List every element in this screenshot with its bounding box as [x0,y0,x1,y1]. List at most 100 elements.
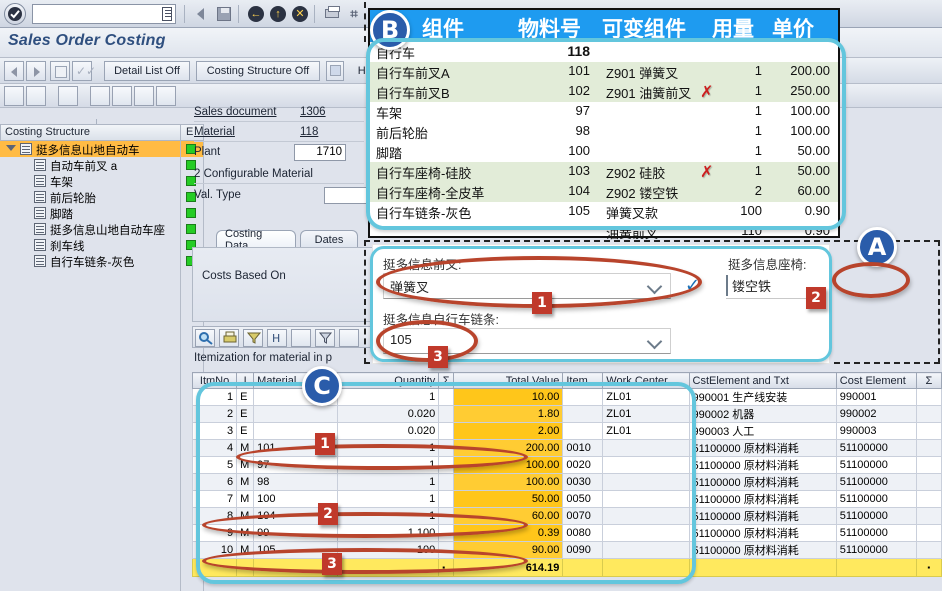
back-arrow-icon[interactable] [192,4,212,24]
cell-work-center[interactable] [602,490,690,508]
sort-filter-icon[interactable] [315,329,335,347]
list-icon[interactable] [339,329,359,347]
tree-item-1[interactable]: 自动车前叉 a [0,157,203,173]
table-row[interactable]: 5 M 97 1 100.00 0020 51100000 原材料消耗 51100000 [191,456,942,474]
ok-check-icon[interactable] [4,3,26,25]
cell-sigma1[interactable] [438,490,454,508]
cell-work-center[interactable]: ZL01 [602,388,690,406]
cell-sigma1[interactable] [438,405,454,423]
tree-item-4[interactable]: 脚踏 [0,205,203,221]
cell-cost-element[interactable]: 990001 [835,388,917,406]
cell-cost-element[interactable]: 51100000 [835,541,917,559]
find-grid-icon[interactable]: H [267,329,287,347]
cell-total-value[interactable]: 0.39 [452,524,564,542]
cell-quantity[interactable]: 1 [337,456,440,474]
tab-dates[interactable]: Dates [300,230,358,248]
cell-cstelement-txt[interactable]: 51100000 原材料消耗 [688,490,837,508]
detail-icon[interactable] [112,86,132,106]
cell-work-center[interactable] [602,456,690,474]
cell-cstelement-txt[interactable]: 51100000 原材料消耗 [688,473,837,491]
cell-sigma2[interactable] [915,456,942,474]
cell-work-center[interactable] [602,473,690,491]
cell-sigma1[interactable] [438,388,454,406]
cell-item[interactable]: 0070 [562,507,604,525]
costing-structure-tree[interactable]: 挺多信息山地自动车 自动车前叉 a 车架 前后轮胎 脚踏 挺多信息山地自动车座 刹车线 自行车… [0,141,204,591]
cell-total-value[interactable]: 2.00 [452,422,564,440]
find-icon[interactable]: ⌗ [344,4,364,24]
tree-item-7[interactable]: 自行车链条-灰色 [0,253,203,269]
cell-material[interactable] [253,405,339,423]
cell-sigma2[interactable] [915,473,942,491]
tree-item-0[interactable]: 挺多信息山地自动车 [0,141,203,157]
cell-item[interactable] [562,388,604,406]
cell-itmno[interactable]: 10 [191,541,238,559]
cell-i[interactable]: M [236,456,255,474]
cell-item[interactable]: 0010 [562,439,604,457]
col-item[interactable]: Item [562,372,604,389]
cell-sigma2[interactable] [915,490,942,508]
col-sigma1[interactable]: Σ [438,372,454,389]
cell-cstelement-txt[interactable]: 51100000 原材料消耗 [688,507,837,525]
print-tree-icon[interactable] [90,86,110,106]
cell-cost-element[interactable]: 990003 [835,422,917,440]
cell-itmno[interactable]: 8 [191,507,238,525]
cell-total-value[interactable]: 50.00 [452,490,564,508]
cell-total-value[interactable]: 100.00 [452,473,564,491]
tree-item-6[interactable]: 刹车线 [0,237,203,253]
detail-list-toggle[interactable]: Detail List Off [104,61,190,81]
cell-itmno[interactable]: 3 [191,422,238,440]
cell-sigma1[interactable] [438,439,454,457]
cell-sigma1[interactable] [438,473,454,491]
table-row[interactable]: 3 E 0.020 2.00 ZL01 990003 人工 990003 [191,422,942,440]
collapse-icon[interactable] [26,86,46,106]
cell-item[interactable]: 0050 [562,490,604,508]
cell-cstelement-txt[interactable]: 51100000 原材料消耗 [688,541,837,559]
cell-cost-element[interactable]: 51100000 [835,490,917,508]
more-icon[interactable] [156,86,176,106]
cell-itmno[interactable]: 7 [191,490,238,508]
cell-i[interactable]: E [236,422,255,440]
chevron-down-icon[interactable] [6,145,16,151]
cell-sigma2[interactable] [915,405,942,423]
col-cost-element[interactable]: Cost Element [835,372,917,389]
cell-material[interactable]: 98 [253,473,339,491]
col-sigma2[interactable]: Σ [915,372,942,389]
cell-item[interactable]: 0080 [562,524,604,542]
cell-sigma2[interactable] [915,524,942,542]
cell-sigma2[interactable] [915,507,942,525]
cell-cstelement-txt[interactable]: 990001 生产线安装 [688,388,837,406]
cell-quantity[interactable]: 0.020 [337,422,440,440]
cell-i[interactable]: E [236,388,255,406]
hold-icon[interactable] [326,61,344,81]
cell-material[interactable]: 99 [253,524,339,542]
command-field[interactable] [32,4,176,24]
cell-item[interactable] [562,405,604,423]
cell-quantity[interactable]: 100 [337,541,440,559]
cell-work-center[interactable] [602,507,690,525]
expand-icon[interactable] [4,86,24,106]
cell-i[interactable]: M [236,541,255,559]
search-icon[interactable] [195,329,215,347]
tab-costing-data[interactable]: Costing Data [216,228,296,252]
table-row[interactable]: 7 M 100 1 50.00 0050 51100000 原材料消耗 51100000 [191,490,942,508]
cell-quantity[interactable]: 1 [337,473,440,491]
cell-quantity[interactable]: 1 [337,507,440,525]
print-grid-icon[interactable] [219,329,239,347]
cell-work-center[interactable]: ZL01 [602,422,690,440]
cell-i[interactable]: M [236,473,255,491]
cell-total-value[interactable]: 90.00 [452,541,564,559]
col-i[interactable]: I [236,372,255,389]
table-row[interactable]: 8 M 104 1 60.00 0070 51100000 原材料消耗 51100000 [191,507,942,525]
cell-sigma1[interactable] [438,524,454,542]
cell-quantity[interactable]: 1 [337,439,440,457]
cell-item[interactable]: 0090 [562,541,604,559]
cell-quantity[interactable]: 0.020 [337,405,440,423]
cell-quantity[interactable]: 1 [337,490,440,508]
cell-total-value[interactable]: 200.00 [452,439,564,457]
cell-total-value[interactable]: 1.80 [452,405,564,423]
nav-cancel-icon[interactable]: ✕ [290,4,310,24]
cell-sigma1[interactable] [438,456,454,474]
prev-button[interactable] [4,61,24,81]
cell-item[interactable] [562,422,604,440]
col-cstelement-txt[interactable]: CstElement and Txt [688,372,837,389]
